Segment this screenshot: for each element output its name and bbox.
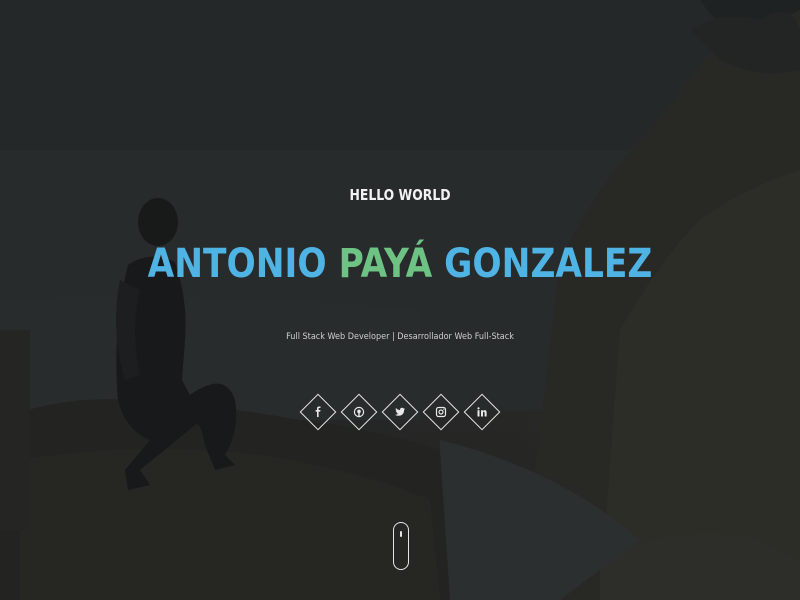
mouse-scroll-icon[interactable]: [393, 522, 409, 570]
linkedin-icon: [467, 388, 497, 436]
twitter-icon: [385, 388, 415, 436]
linkedin-link[interactable]: [463, 388, 501, 436]
github-icon: [344, 388, 374, 436]
name-middle: PAYÁ: [338, 241, 433, 287]
facebook-icon: [303, 388, 333, 436]
hero-section: HELLO WORLD ANTONIO PAYÁ GONZALEZ Full S…: [0, 0, 800, 600]
instagram-icon: [426, 388, 456, 436]
name-first: ANTONIO: [147, 241, 339, 287]
twitter-link[interactable]: [381, 388, 419, 436]
name-last: GONZALEZ: [432, 241, 653, 287]
hero-name: ANTONIO PAYÁ GONZALEZ: [56, 244, 744, 284]
hero-content: HELLO WORLD ANTONIO PAYÁ GONZALEZ Full S…: [0, 0, 800, 600]
instagram-link[interactable]: [422, 388, 460, 436]
facebook-link[interactable]: [299, 388, 337, 436]
social-links: [0, 388, 800, 436]
github-link[interactable]: [340, 388, 378, 436]
greeting-text: HELLO WORLD: [349, 186, 451, 204]
scroll-wheel: [400, 531, 402, 537]
hero-subtitle: Full Stack Web Developer | Desarrollador…: [286, 332, 514, 342]
